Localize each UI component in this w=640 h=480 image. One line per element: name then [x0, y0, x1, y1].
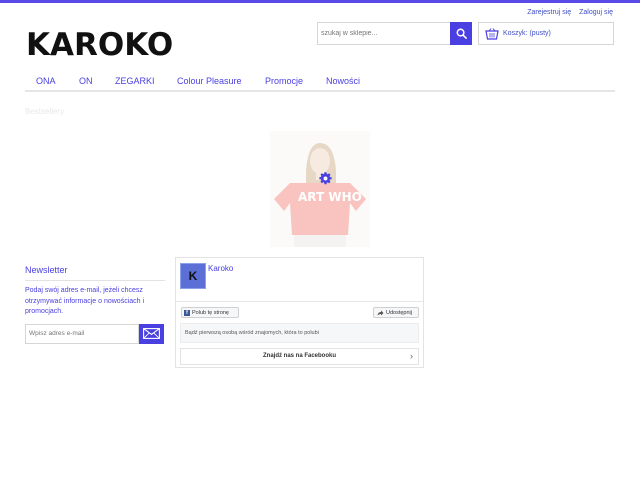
share-arrow-icon — [377, 310, 384, 315]
facebook-like-button[interactable]: f Polub tę stronę — [181, 307, 239, 318]
search-bar — [317, 22, 472, 45]
facebook-icon: f — [184, 309, 190, 316]
search-input[interactable] — [317, 22, 453, 45]
newsletter-submit-button[interactable] — [139, 323, 164, 344]
search-icon — [456, 28, 467, 39]
newsletter-form — [25, 323, 165, 344]
nav-item-colour-pleasure[interactable]: Colour Pleasure — [177, 76, 242, 86]
account-links: Zarejestruj się Zaloguj się — [521, 9, 613, 16]
nav-item-promocje[interactable]: Promocje — [265, 76, 303, 86]
nav-item-nowosci[interactable]: Nowości — [326, 76, 360, 86]
newsletter-description: Podaj swój adres e-mail, jeżeli chcesz o… — [25, 287, 145, 315]
facebook-find-link[interactable]: Znajdź nas na Facebooku › — [180, 348, 419, 365]
site-logo[interactable]: KAROKO — [26, 28, 173, 62]
like-label: Polub tę stronę — [192, 309, 229, 316]
share-label: Udostępnij — [386, 309, 412, 316]
top-accent-bar — [0, 0, 640, 3]
find-label: Znajdź nas na Facebooku — [262, 353, 336, 359]
bestsellers-title: Bestsellery — [25, 107, 65, 116]
chevron-right-icon: › — [410, 351, 413, 361]
facebook-page-widget: K Karoko f Polub tę stronę Udostępnij Bą… — [175, 257, 424, 368]
newsletter-email-input[interactable] — [25, 323, 139, 344]
facebook-page-avatar[interactable]: K — [180, 263, 206, 289]
login-link[interactable]: Zaloguj się — [579, 9, 613, 16]
main-navigation: ONA ON ZEGARKI Colour Pleasure Promocje … — [25, 73, 615, 92]
basket-icon — [485, 27, 499, 40]
divider — [176, 301, 423, 302]
register-link[interactable]: Zarejestruj się — [527, 9, 571, 16]
newsletter-block: Newsletter Podaj swój adres e-mail, jeże… — [25, 265, 165, 344]
search-button[interactable] — [450, 22, 472, 45]
cart-widget[interactable]: Koszyk: (pusty) — [478, 22, 614, 45]
gear-icon — [319, 172, 332, 185]
shirt-print-text: ART WHO — [298, 190, 362, 204]
product-photo: ART WHO — [270, 131, 370, 247]
newsletter-title: Newsletter — [25, 265, 165, 281]
nav-item-zegarki[interactable]: ZEGARKI — [115, 76, 155, 86]
cart-label: Koszyk: — [503, 30, 528, 37]
nav-item-on[interactable]: ON — [79, 76, 93, 86]
product-image[interactable]: ART WHO — [270, 131, 370, 247]
envelope-icon — [143, 328, 160, 339]
facebook-friends-text: Bądź pierwszą osobą wśród znajomych, któ… — [180, 323, 419, 343]
nav-item-ona[interactable]: ONA — [36, 76, 56, 86]
facebook-share-button[interactable]: Udostępnij — [373, 307, 419, 318]
facebook-page-name[interactable]: Karoko — [208, 264, 233, 273]
cart-status: (pusty) — [529, 30, 551, 37]
